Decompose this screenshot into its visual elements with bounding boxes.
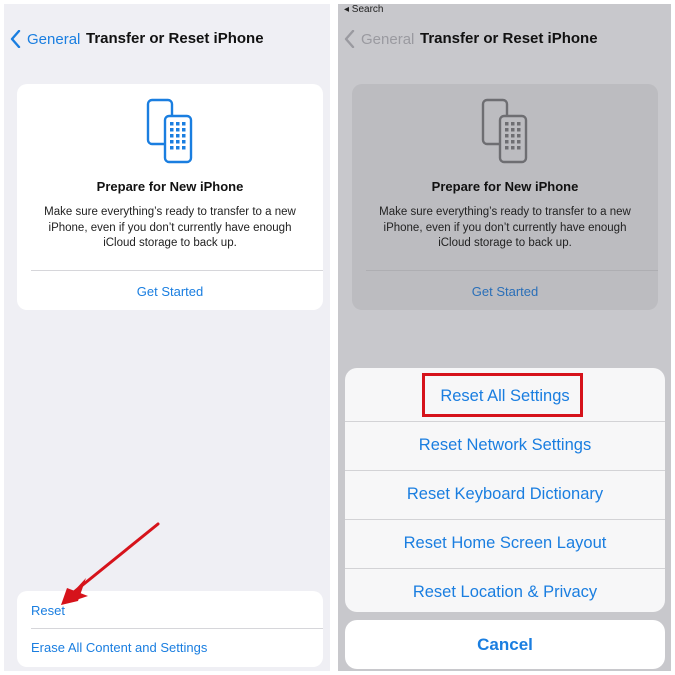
card-title: Prepare for New iPhone <box>431 179 579 194</box>
reset-action-sheet: Reset All Settings Reset Network Setting… <box>345 368 665 612</box>
navigation-bar: General Transfer or Reset iPhone <box>4 26 330 52</box>
back-label: General <box>361 30 415 48</box>
back-button[interactable]: General <box>344 26 414 52</box>
chevron-left-icon <box>10 30 21 48</box>
left-screenshot: General Transfer or Reset iPhone Prepare… <box>0 0 334 675</box>
back-to-search[interactable]: ◂ Search <box>344 4 383 15</box>
card-description: Make sure everything’s ready to transfer… <box>379 206 631 249</box>
phones-transfer-icon <box>146 98 193 164</box>
reset-location-privacy-option[interactable]: Reset Location & Privacy <box>345 568 665 612</box>
cancel-button[interactable]: Cancel <box>345 620 665 669</box>
divider <box>31 628 323 629</box>
page-title: Transfer or Reset iPhone <box>420 30 598 47</box>
reset-keyboard-dictionary-option[interactable]: Reset Keyboard Dictionary <box>345 470 665 519</box>
card-title: Prepare for New iPhone <box>96 179 244 194</box>
get-started-button[interactable]: Get Started <box>17 284 323 299</box>
reset-button[interactable]: Reset <box>31 603 65 618</box>
back-button[interactable]: General <box>10 26 80 52</box>
card-description: Make sure everything’s ready to transfer… <box>44 206 296 249</box>
right-screenshot: ◂ Search General Transfer or Reset iPhon… <box>338 0 675 675</box>
reset-network-settings-option[interactable]: Reset Network Settings <box>345 421 665 470</box>
get-started-button[interactable]: Get Started <box>352 284 658 299</box>
prepare-card: Prepare for New iPhone Make sure everyth… <box>17 84 323 310</box>
chevron-left-icon <box>344 30 355 48</box>
navigation-bar: General Transfer or Reset iPhone <box>338 26 671 52</box>
phones-transfer-icon <box>481 98 528 164</box>
divider <box>31 270 323 271</box>
prepare-card: Prepare for New iPhone Make sure everyth… <box>352 84 658 310</box>
reset-home-screen-layout-option[interactable]: Reset Home Screen Layout <box>345 519 665 568</box>
highlight-box-annotation <box>422 373 583 417</box>
erase-all-button[interactable]: Erase All Content and Settings <box>31 640 207 655</box>
back-label: General <box>27 30 81 48</box>
divider <box>366 270 658 271</box>
reset-list: Reset Erase All Content and Settings <box>17 591 323 667</box>
page-title: Transfer or Reset iPhone <box>86 30 264 47</box>
